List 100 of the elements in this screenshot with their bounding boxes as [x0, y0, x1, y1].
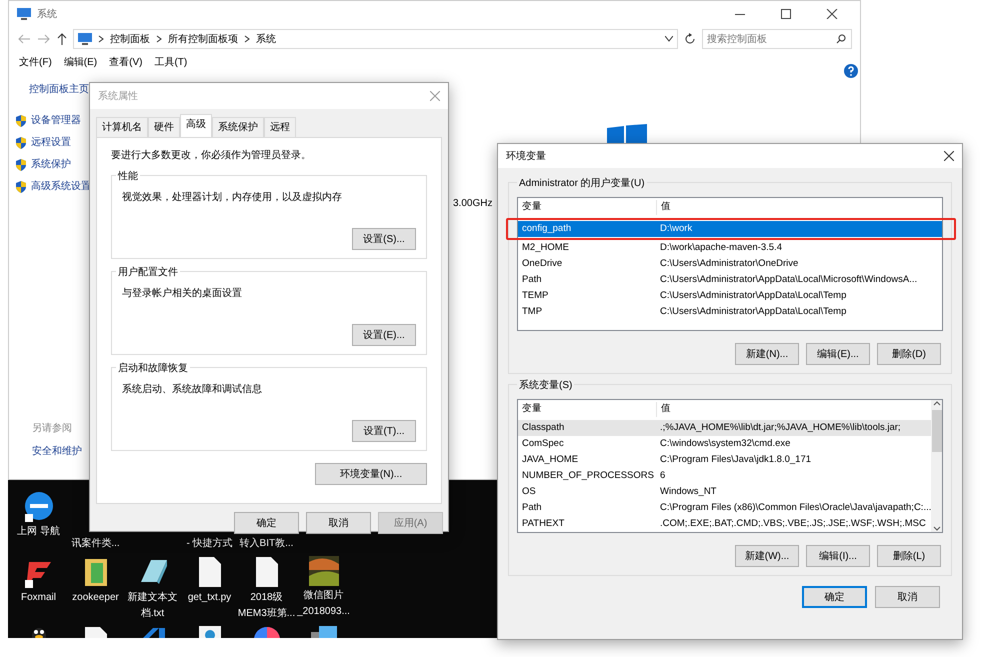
- tab[interactable]: 远程: [264, 117, 296, 137]
- list-row[interactable]: config_path D:\work: [518, 221, 942, 237]
- browser-icon[interactable]: [22, 490, 54, 522]
- settings-button[interactable]: 设置(S)...: [352, 228, 416, 250]
- column-header[interactable]: 变量: [518, 200, 656, 215]
- chevron-icon: [244, 35, 250, 43]
- environment-variables-button[interactable]: 环境变量(N)...: [315, 463, 427, 485]
- dialog-button[interactable]: 确定: [234, 512, 299, 534]
- list-row[interactable]: M2_HOME D:\work\apache-maven-3.5.4: [518, 240, 942, 256]
- list-action-button[interactable]: 编辑(I)...: [806, 545, 870, 567]
- variable-value: C:\Users\Administrator\AppData\Local\Temp: [659, 288, 848, 303]
- dropdown-caret-icon[interactable]: [665, 36, 673, 42]
- shield-icon: [15, 114, 27, 128]
- variable-name: config_path: [521, 222, 572, 236]
- icon-label: - 快捷方式: [186, 537, 233, 550]
- windows-logo-icon: [607, 124, 647, 144]
- list-action-button[interactable]: 删除(D): [877, 343, 941, 365]
- list-action-button[interactable]: 新建(W)...: [735, 545, 799, 567]
- variable-value: D:\work: [659, 222, 694, 236]
- list-row[interactable]: NUMBER_OF_PROCESSORS 6: [518, 468, 932, 484]
- tab[interactable]: 高级: [180, 114, 212, 137]
- close-icon[interactable]: [944, 151, 954, 161]
- menu-item[interactable]: 查看(V): [109, 55, 142, 70]
- variable-value: C:\Program Files\Java\jdk1.8.0_171: [659, 452, 812, 467]
- color-wheel-icon[interactable]: [252, 626, 280, 638]
- menu-item[interactable]: 编辑(E): [64, 55, 98, 70]
- variable-value: C:\windows\system32\cmd.exe: [659, 436, 792, 451]
- list-row[interactable]: TMP C:\Users\Administrator\AppData\Local\Temp: [518, 304, 942, 320]
- list-row[interactable]: OS Windows_NT: [518, 484, 932, 500]
- image-icon[interactable]: [308, 556, 338, 586]
- variable-value: D:\work\apache-maven-3.5.4: [659, 240, 783, 255]
- list-row[interactable]: PATHEXT .COM;.EXE;.BAT;.CMD;.VBS;.VBE;.JS;.JSE;.WSF;.WSH;.MSC: [518, 516, 932, 532]
- list-row[interactable]: Path C:\Users\Administrator\AppData\Local\Microsoft\WindowsA...: [518, 272, 942, 288]
- window-title: 系统: [37, 8, 57, 22]
- tab[interactable]: 计算机名: [96, 117, 148, 137]
- menu-item[interactable]: 工具(T): [154, 55, 188, 70]
- variable-name: M2_HOME: [521, 240, 570, 255]
- shield-icon: [15, 158, 27, 172]
- breadcrumb-item[interactable]: 控制面板: [110, 32, 150, 46]
- list-row[interactable]: OneDrive C:\Users\Administrator\OneDrive: [518, 256, 942, 272]
- sidebar-link[interactable]: 系统保护: [31, 157, 71, 172]
- variable-name: TMP: [521, 304, 544, 319]
- web-document-icon[interactable]: [196, 626, 222, 638]
- computer-icon: [78, 33, 92, 45]
- list-action-button[interactable]: 新建(N)...: [735, 343, 799, 365]
- sidebar-link[interactable]: 远程设置: [31, 135, 71, 150]
- list-action-button[interactable]: 删除(L): [877, 545, 941, 567]
- refresh-icon[interactable]: [684, 33, 696, 45]
- icon-label: 上网 导航: [17, 525, 60, 538]
- variable-name: Path: [521, 272, 543, 287]
- file-icon[interactable]: [196, 556, 222, 588]
- tab[interactable]: 系统保护: [212, 117, 264, 137]
- search-field[interactable]: 搜索控制面板: [702, 29, 852, 49]
- scroll-down-icon[interactable]: [932, 526, 941, 532]
- list-action-button[interactable]: 编辑(E)...: [806, 343, 870, 365]
- shield-icon: [15, 136, 27, 150]
- variable-value: 6: [659, 468, 666, 483]
- variable-name: Path: [521, 500, 543, 515]
- icon-label: MEM3班第...: [238, 607, 296, 620]
- group-title: Administrator 的用户变量(U): [517, 176, 647, 191]
- icon-label: 档.txt: [140, 607, 164, 620]
- list-row[interactable]: ComSpec C:\windows\system32\cmd.exe: [518, 436, 932, 452]
- dialog-button[interactable]: 取消: [306, 512, 371, 534]
- home-link[interactable]: 控制面板主页: [15, 82, 89, 97]
- list-row[interactable]: TEMP C:\Users\Administrator\AppData\Local\Temp: [518, 288, 942, 304]
- icon-label: 讯案件类...: [71, 537, 120, 550]
- variable-name: TEMP: [521, 288, 550, 303]
- list-row[interactable]: Path C:\Program Files (x86)\Common Files\Oracle\Java\javapath;C:...: [518, 500, 932, 516]
- settings-button[interactable]: 设置(T)...: [352, 420, 416, 442]
- list-row[interactable]: JAVA_HOME C:\Program Files\Java\jdk1.8.0_171: [518, 452, 932, 468]
- chevron-icon: [98, 35, 104, 43]
- dialog-title: 环境变量: [506, 150, 546, 164]
- variable-value: C:\Users\Administrator\AppData\Local\Microsoft\WindowsA...: [659, 272, 918, 287]
- variable-name: PATHEXT: [521, 516, 566, 531]
- scroll-up-icon[interactable]: [932, 400, 941, 406]
- column-header[interactable]: 值: [656, 200, 942, 215]
- monitor-icon[interactable]: [308, 626, 338, 638]
- group-title: 系统变量(S): [517, 378, 574, 393]
- variable-name: JAVA_HOME: [521, 452, 580, 467]
- dialog-button[interactable]: 取消: [875, 586, 940, 608]
- variable-value: C:\Users\Administrator\OneDrive: [659, 256, 800, 271]
- scrollbar[interactable]: [931, 400, 942, 532]
- variable-value: .;%JAVA_HOME%\lib\dt.jar;%JAVA_HOME%\lib\tools.jar;: [659, 420, 902, 435]
- breadcrumb-item[interactable]: 系统: [256, 32, 276, 46]
- variable-name: Classpath: [521, 420, 566, 435]
- chevron-icon: [156, 35, 162, 43]
- settings-button[interactable]: 设置(E)...: [352, 324, 416, 346]
- help-icon[interactable]: [844, 64, 858, 78]
- sidebar-link[interactable]: 安全和维护: [15, 444, 89, 459]
- variable-name: OneDrive: [521, 256, 564, 271]
- breadcrumb-item[interactable]: 所有控制面板项: [168, 32, 238, 46]
- up-arrow-icon[interactable]: [57, 33, 67, 45]
- menu-item[interactable]: 文件(F): [19, 55, 52, 70]
- column-header[interactable]: 变量: [518, 402, 656, 417]
- sidebar-link[interactable]: 设备管理器: [31, 113, 81, 128]
- spec-text: 3.00GHz: [453, 197, 492, 211]
- tab[interactable]: 硬件: [148, 117, 180, 137]
- file-icon[interactable]: [254, 556, 280, 588]
- dialog-button[interactable]: 确定: [802, 586, 867, 608]
- list-row[interactable]: Classpath .;%JAVA_HOME%\lib\dt.jar;%JAVA_HOME%\lib\tools.jar;: [518, 420, 932, 436]
